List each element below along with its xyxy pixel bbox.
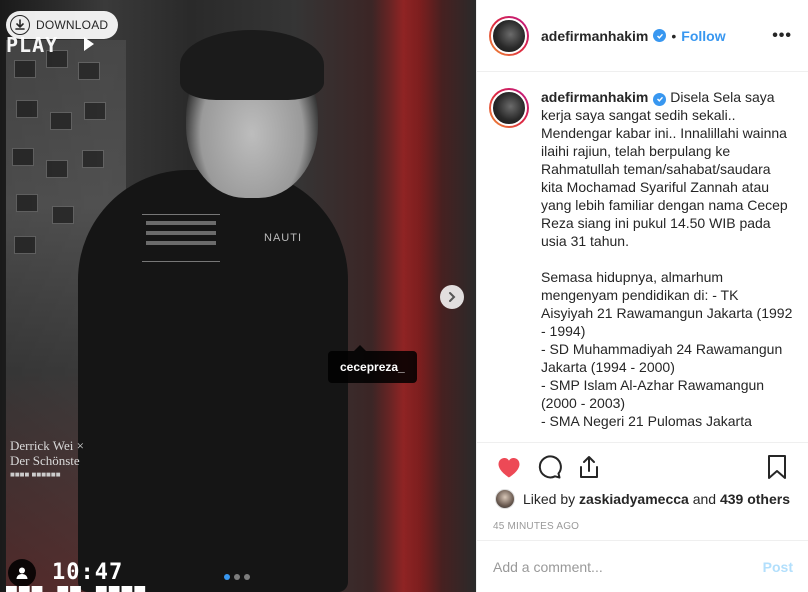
action-icons	[489, 443, 797, 491]
post-panel: adefirmanhakim • Follow ••• adefirmanhak…	[476, 0, 808, 592]
poster-subtitle: ■■■■ ■■■■■■	[10, 470, 61, 479]
likes-summary: Liked by zaskiadyamecca and 439 others	[489, 489, 797, 509]
vhs-time-overlay: 10:47	[52, 560, 124, 585]
author-username[interactable]: adefirmanhakim	[541, 28, 648, 44]
caption-scroll-area[interactable]: adefirmanhakim Disela Sela saya kerja sa…	[477, 72, 808, 442]
post-comment-button[interactable]: Post	[763, 559, 793, 575]
post-media[interactable]: NAUTI Derrick Wei × Der Schönste ■■■■ ■■■…	[0, 0, 476, 592]
carousel-indicator	[224, 574, 250, 580]
caption-body: Disela Sela saya kerja saya sangat sedih…	[541, 89, 793, 429]
share-icon	[580, 456, 598, 478]
shirt-print	[142, 214, 220, 262]
vhs-date-overlay: ■■■.■■.■■■■	[6, 585, 147, 592]
verified-icon	[653, 92, 667, 106]
comment-composer: Post	[477, 540, 808, 592]
post-actions: Liked by zaskiadyamecca and 439 others 4…	[477, 442, 808, 532]
user-tag[interactable]: cecepreza_	[328, 345, 417, 383]
like-button[interactable]	[489, 447, 529, 487]
caption-username[interactable]: adefirmanhakim	[541, 89, 648, 105]
carousel-dot-1	[224, 574, 230, 580]
user-tags-button[interactable]	[8, 559, 36, 587]
header-separator: •	[671, 27, 677, 44]
comment-input[interactable]	[493, 558, 763, 575]
liker-avatar[interactable]	[495, 489, 515, 509]
carousel-dot-3	[244, 574, 250, 580]
save-button[interactable]	[757, 447, 797, 487]
carousel-dot-2	[234, 574, 240, 580]
vhs-play-icon	[84, 37, 94, 51]
caption-comment: adefirmanhakim Disela Sela saya kerja sa…	[489, 88, 793, 430]
share-button[interactable]	[569, 447, 609, 487]
poster-title: Derrick Wei × Der Schönste	[10, 438, 84, 468]
author-avatar[interactable]	[489, 15, 529, 56]
shirt-brand: NAUTI	[264, 232, 302, 244]
person-hair	[180, 30, 324, 100]
bookmark-icon	[768, 455, 786, 479]
post-header: adefirmanhakim • Follow •••	[477, 0, 808, 72]
more-options-icon[interactable]: •••	[772, 27, 792, 45]
chevron-right-icon	[449, 292, 456, 302]
likes-and: and	[692, 491, 717, 507]
likes-others-link[interactable]: 439 others	[720, 491, 790, 507]
download-label: DOWNLOAD	[36, 18, 109, 32]
comment-button[interactable]	[529, 447, 569, 487]
follow-button[interactable]: Follow	[681, 28, 725, 44]
caption-text: adefirmanhakim Disela Sela saya kerja sa…	[541, 88, 793, 430]
verified-icon	[653, 29, 667, 42]
vhs-play-overlay: PLAY	[6, 33, 59, 57]
red-light-streak	[372, 0, 442, 592]
likes-prefix: Liked by	[523, 491, 576, 507]
caption-avatar[interactable]	[489, 88, 529, 128]
download-icon	[10, 15, 30, 35]
person-icon	[16, 567, 28, 579]
post-timestamp[interactable]: 45 MINUTES AGO	[493, 521, 797, 532]
liker-username[interactable]: zaskiadyamecca	[579, 491, 689, 507]
comment-icon	[538, 455, 562, 479]
carousel-next-button[interactable]	[440, 285, 464, 309]
heart-icon	[498, 458, 520, 478]
